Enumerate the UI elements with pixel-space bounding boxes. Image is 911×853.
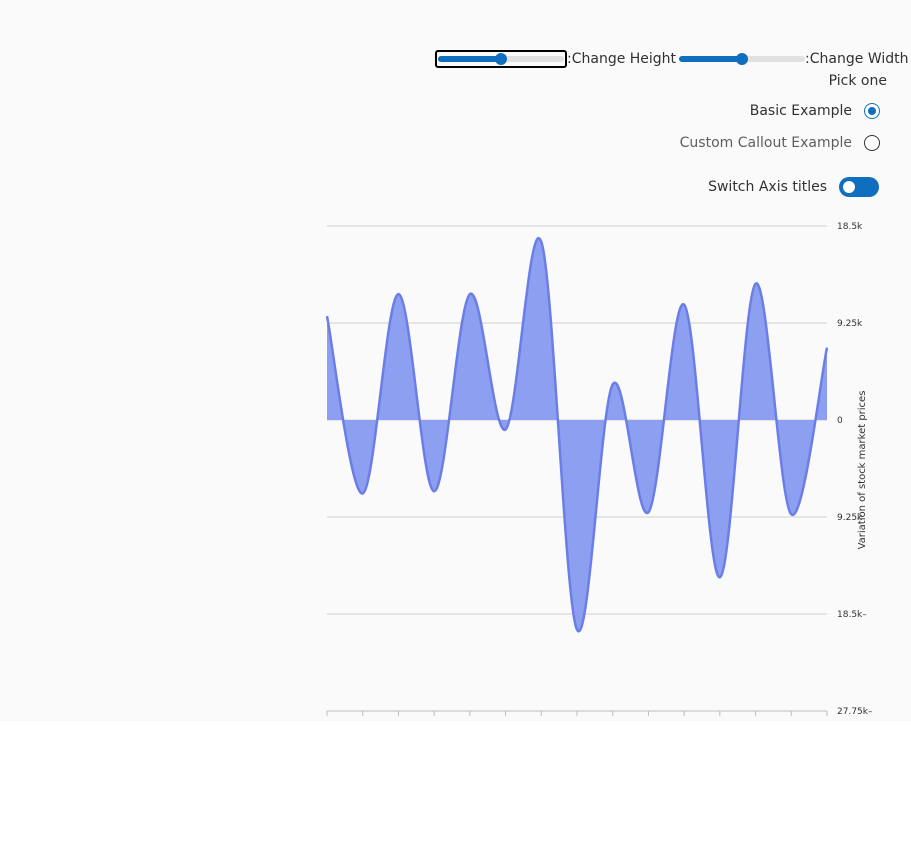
y-tick-label: 18.5k bbox=[837, 222, 863, 232]
chart-series bbox=[325, 237, 829, 633]
x-axis bbox=[326, 710, 828, 716]
area-chart: 18.5k9.25k09.25k18.5k–27.75k– Variation … bbox=[325, 222, 873, 717]
y-tick-label: 9.25k bbox=[837, 319, 863, 329]
y-tick-label: 18.5k– bbox=[837, 610, 867, 620]
y-tick-label: 27.75k– bbox=[837, 707, 873, 717]
y-tick-label: 0 bbox=[837, 416, 843, 426]
y-axis-title: Variation of stock market prices bbox=[857, 391, 868, 550]
